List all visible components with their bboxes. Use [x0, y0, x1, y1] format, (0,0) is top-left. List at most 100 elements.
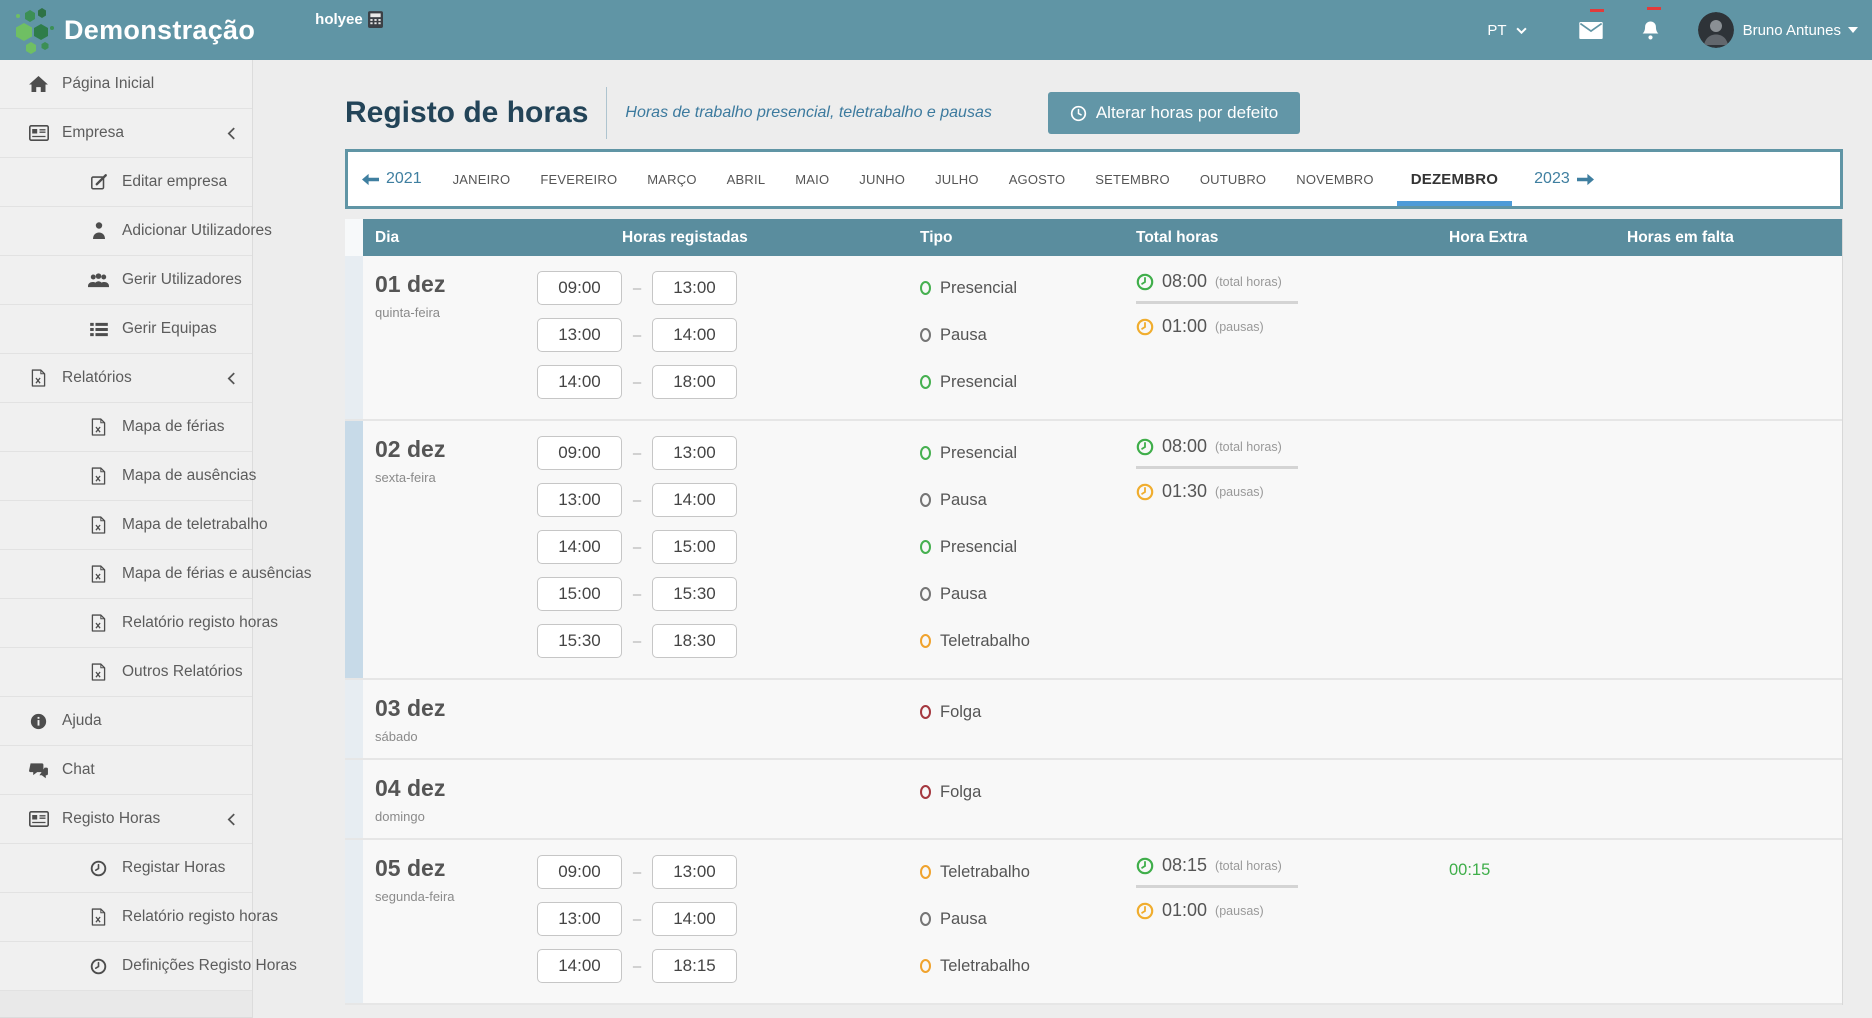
end-time-input[interactable] [652, 902, 737, 936]
start-time-input[interactable] [537, 436, 622, 470]
user-avatar[interactable] [1698, 12, 1734, 48]
type-select[interactable]: Teletrabalho [920, 624, 1120, 658]
clock-icon [1070, 105, 1087, 122]
sidebar-item-pagina-inicial[interactable]: Página Inicial [0, 60, 252, 109]
type-select[interactable]: Folga [920, 695, 1120, 729]
type-select[interactable]: Pausa [920, 902, 1120, 936]
end-time-input[interactable] [652, 318, 737, 352]
chevron-down-icon [1516, 27, 1527, 34]
type-select[interactable]: Presencial [920, 365, 1120, 399]
prev-year-button[interactable]: 2021 [348, 152, 438, 206]
messages-unread-indicator [1590, 9, 1604, 12]
tab-month-janeiro[interactable]: JANEIRO [438, 152, 526, 206]
clock-icon [1136, 273, 1154, 291]
tab-month-novembro[interactable]: NOVEMBRO [1281, 152, 1388, 206]
start-time-input[interactable] [537, 530, 622, 564]
type-ring-icon [920, 705, 931, 719]
type-select[interactable]: Pausa [920, 577, 1120, 611]
info-icon [28, 713, 49, 730]
end-time-input[interactable] [652, 483, 737, 517]
messages-button[interactable] [1579, 22, 1603, 39]
start-time-input[interactable] [537, 483, 622, 517]
start-time-input[interactable] [537, 902, 622, 936]
tab-month-dezembro[interactable]: DEZEMBRO [1389, 152, 1520, 206]
row-accent-strip [345, 680, 363, 758]
total-hours: 08:15(total horas) [1136, 855, 1430, 876]
pausas-total: 01:00(pausas) [1136, 316, 1430, 337]
user-menu[interactable]: Bruno Antunes [1743, 22, 1858, 39]
sidebar-item-relatorio-registo-horas[interactable]: Relatório registo horas [0, 599, 252, 648]
end-time-input[interactable] [652, 365, 737, 399]
end-time-input[interactable] [652, 624, 737, 658]
type-select[interactable]: Presencial [920, 436, 1120, 470]
sidebar-item-relatorio-registo-horas[interactable]: Relatório registo horas [0, 893, 252, 942]
sidebar-item-mapa-de-teletrabalho[interactable]: Mapa de teletrabalho [0, 501, 252, 550]
arrow-right-icon [1577, 173, 1594, 186]
times-cell [537, 760, 905, 838]
type-select[interactable]: Folga [920, 775, 1120, 809]
total-underline [1136, 885, 1298, 888]
sidebar-item-mapa-de-ferias[interactable]: Mapa de férias [0, 403, 252, 452]
time-entry-2: – [537, 483, 905, 517]
sidebar-item-registo-horas[interactable]: Registo Horas [0, 795, 252, 844]
sidebar-item-empresa[interactable]: Empresa [0, 109, 252, 158]
type-select[interactable]: Pausa [920, 483, 1120, 517]
file-excel-icon [28, 369, 49, 387]
user-plus-icon [88, 222, 109, 240]
sidebar-item-relatorios[interactable]: Relatórios [0, 354, 252, 403]
type-select[interactable]: Teletrabalho [920, 949, 1120, 983]
type-label: Presencial [940, 444, 1017, 463]
tab-month-maio[interactable]: MAIO [780, 152, 844, 206]
sidebar-item-mapa-de-ausencias[interactable]: Mapa de ausências [0, 452, 252, 501]
end-time-input[interactable] [652, 949, 737, 983]
tab-month-abril[interactable]: ABRIL [712, 152, 781, 206]
time-entry-3: – [537, 949, 905, 983]
sidebar-item-registar-horas[interactable]: Registar Horas [0, 844, 252, 893]
tab-month-marco[interactable]: MARÇO [632, 152, 711, 206]
start-time-input[interactable] [537, 365, 622, 399]
total-hours-value: 08:00 [1162, 436, 1207, 457]
sidebar-item-definicoes-registo-horas[interactable]: Definições Registo Horas [0, 942, 252, 991]
sidebar-item-chat[interactable]: Chat [0, 746, 252, 795]
start-time-input[interactable] [537, 949, 622, 983]
type-select[interactable]: Pausa [920, 318, 1120, 352]
start-time-input[interactable] [537, 318, 622, 352]
tab-month-setembro[interactable]: SETEMBRO [1080, 152, 1185, 206]
end-time-input[interactable] [652, 436, 737, 470]
start-time-input[interactable] [537, 577, 622, 611]
sidebar-item-mapa-de-ferias-e-ausencias[interactable]: Mapa de férias e ausências [0, 550, 252, 599]
tab-month-fevereiro[interactable]: FEVEREIRO [525, 152, 632, 206]
sidebar-item-gerir-equipas[interactable]: Gerir Equipas [0, 305, 252, 354]
file-excel-icon [88, 663, 109, 681]
sidebar-item-outros-relatorios[interactable]: Outros Relatórios [0, 648, 252, 697]
change-default-hours-button[interactable]: Alterar horas por defeito [1048, 92, 1300, 134]
tab-month-julho[interactable]: JULHO [920, 152, 994, 206]
sidebar-item-gerir-utilizadores[interactable]: Gerir Utilizadores [0, 256, 252, 305]
tab-month-outubro[interactable]: OUTUBRO [1185, 152, 1281, 206]
sidebar-item-editar-empresa[interactable]: Editar empresa [0, 158, 252, 207]
card-icon [28, 125, 49, 141]
time-range-dash: – [622, 445, 652, 462]
sidebar-item-adicionar-utilizadores[interactable]: Adicionar Utilizadores [0, 207, 252, 256]
language-selector[interactable]: PT [1487, 22, 1526, 39]
type-select[interactable]: Presencial [920, 271, 1120, 305]
time-range-dash: – [622, 864, 652, 881]
next-year-button[interactable]: 2023 [1520, 152, 1610, 206]
clock-icon [1136, 857, 1154, 875]
sidebar-item-ajuda[interactable]: Ajuda [0, 697, 252, 746]
file-excel-icon [88, 418, 109, 436]
notifications-button[interactable] [1641, 20, 1660, 41]
start-time-input[interactable] [537, 855, 622, 889]
tab-month-junho[interactable]: JUNHO [844, 152, 920, 206]
time-entry-2: – [537, 902, 905, 936]
type-select[interactable]: Teletrabalho [920, 855, 1120, 889]
type-select[interactable]: Presencial [920, 530, 1120, 564]
start-time-input[interactable] [537, 271, 622, 305]
tab-month-agosto[interactable]: AGOSTO [994, 152, 1081, 206]
end-time-input[interactable] [652, 577, 737, 611]
end-time-input[interactable] [652, 855, 737, 889]
start-time-input[interactable] [537, 624, 622, 658]
end-time-input[interactable] [652, 271, 737, 305]
end-time-input[interactable] [652, 530, 737, 564]
weekday-label: domingo [375, 809, 537, 824]
